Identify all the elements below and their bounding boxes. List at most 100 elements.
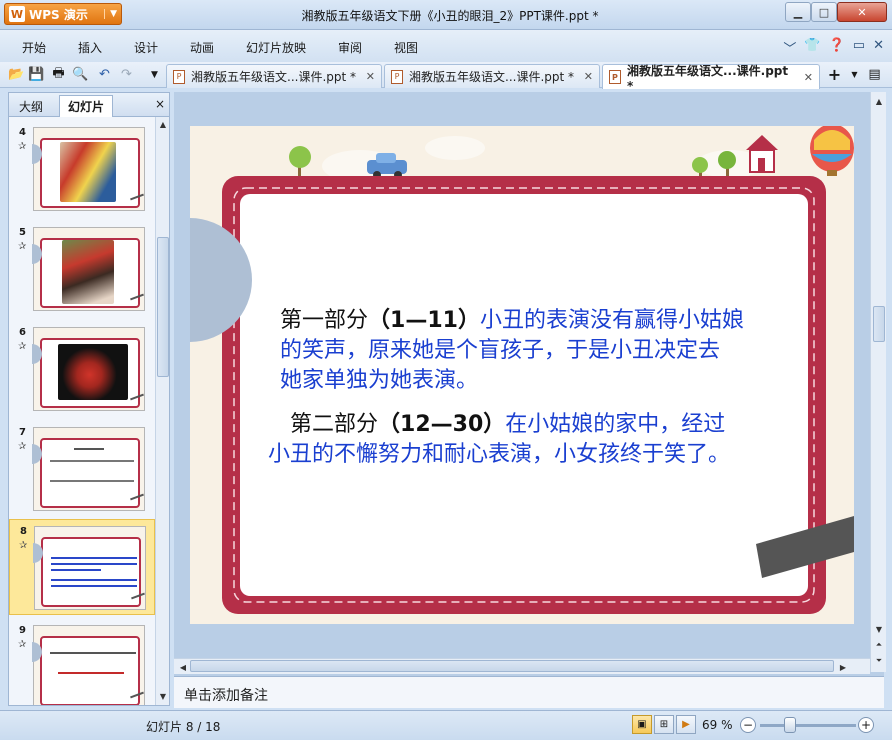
part1-text-c: 她家单独为她表演。: [280, 368, 479, 393]
menu-bar: 开始 插入 设计 动画 幻灯片放映 审阅 视图 ﹀ 👕 ❓ ▭ ✕: [0, 30, 892, 62]
animation-star-icon: ✰: [18, 241, 27, 252]
slide-thumbnail-9[interactable]: 9 ✰: [9, 619, 155, 705]
normal-view-icon: ▣: [637, 719, 647, 730]
thumb-number: 4: [19, 127, 26, 138]
thumb-preview: [32, 427, 145, 511]
close-window-button[interactable]: ✕: [837, 2, 887, 22]
menu-view[interactable]: 视图: [394, 39, 418, 56]
undo-icon[interactable]: ↶: [96, 66, 113, 83]
slide-count: 幻灯片 8 / 18: [146, 720, 221, 734]
menu-home[interactable]: 开始: [22, 39, 46, 56]
print-preview-icon[interactable]: 🔍: [72, 66, 89, 83]
scroll-right-icon[interactable]: ▶: [836, 660, 850, 674]
thumb-number: 5: [19, 227, 26, 238]
menu-slideshow[interactable]: 幻灯片放映: [246, 39, 306, 56]
scroll-left-icon[interactable]: ◀: [176, 660, 190, 674]
quick-toolbar: 📂 💾 🖶 🔍 ↶ ↷ ▼ P 湘教版五年级语文...课件.ppt * ✕ P …: [0, 62, 892, 93]
doc-tab-3[interactable]: P 湘教版五年级语文...课件.ppt * ✕: [602, 64, 820, 93]
redo-icon[interactable]: ↷: [118, 66, 135, 83]
help-icon[interactable]: ❓: [829, 38, 845, 57]
menu-animation[interactable]: 动画: [190, 39, 214, 56]
thumb-preview: [32, 625, 145, 705]
title-bar: W WPS 演示 ▼ 湘教版五年级语文下册《小丑的眼泪_2》PPT课件.ppt …: [0, 0, 892, 30]
tab-slides[interactable]: 幻灯片: [59, 95, 114, 117]
pane-tabs: 大纲 幻灯片 ×: [9, 93, 169, 117]
zoom-out-button[interactable]: −: [740, 717, 756, 733]
notes-pane[interactable]: 单击添加备注: [174, 676, 884, 708]
zoom-level[interactable]: 69 %: [702, 718, 733, 732]
pane-close-icon[interactable]: ×: [155, 97, 165, 111]
menu-right-controls: ﹀ 👕 ❓ ▭ ✕: [783, 38, 884, 57]
close-icon: ✕: [857, 5, 867, 19]
close-tab-icon[interactable]: ✕: [804, 71, 813, 84]
doc-tab-2[interactable]: P 湘教版五年级语文...课件.ppt * ✕: [384, 64, 600, 88]
editor-vertical-scrollbar[interactable]: ▲ ▼ ⏶ ⏷: [870, 92, 886, 672]
new-tab-icon[interactable]: +: [826, 65, 843, 84]
part1-text-b: 的笑声，原来她是个盲孩子，于是小丑决定去: [280, 338, 721, 363]
app-button-label: WPS 演示: [29, 7, 88, 22]
customize-toolbar-icon[interactable]: ▼: [146, 66, 163, 83]
scroll-up-icon[interactable]: ▲: [872, 94, 886, 108]
slide-thumbnail-5[interactable]: 5 ✰: [9, 221, 155, 317]
slide-thumbnail-7[interactable]: 7 ✰: [9, 421, 155, 517]
slide-paragraph-1[interactable]: 第一部分（1—11）小丑的表演没有赢得小姑娘 的笑声，原来她是个盲孩子，于是小丑…: [280, 306, 800, 396]
zoom-slider-handle[interactable]: [784, 717, 796, 733]
window-restore-icon[interactable]: ▭: [853, 38, 865, 57]
minimize-button[interactable]: ▁: [785, 2, 811, 22]
part2-range: （12—30）: [378, 412, 506, 437]
thumb-preview: [32, 227, 145, 311]
animation-star-icon: ✰: [18, 639, 27, 650]
maximize-button[interactable]: □: [811, 2, 837, 22]
slide-thumbnail-4[interactable]: 4 ✰: [9, 121, 155, 217]
ppt-file-icon: P: [173, 69, 185, 84]
tab-layout-icon[interactable]: ▤: [866, 66, 883, 83]
previous-slide-icon[interactable]: ⏶: [872, 638, 886, 652]
slideshow-view-button[interactable]: ▶: [676, 715, 696, 734]
slide-paragraph-2[interactable]: 第二部分（12—30）在小姑娘的家中，经过 小丑的不懈努力和耐心表演，小女孩终于…: [268, 410, 828, 470]
current-slide[interactable]: 第一部分（1—11）小丑的表演没有赢得小姑娘 的笑声，原来她是个盲孩子，于是小丑…: [190, 126, 854, 624]
notes-placeholder[interactable]: 单击添加备注: [184, 685, 268, 705]
skin-icon[interactable]: 👕: [804, 38, 820, 57]
normal-view-button[interactable]: ▣: [632, 715, 652, 734]
scroll-down-icon[interactable]: ▼: [872, 622, 886, 636]
next-slide-icon[interactable]: ⏷: [872, 654, 886, 668]
tab-outline[interactable]: 大纲: [11, 96, 51, 117]
slides-pane: 大纲 幻灯片 × 4 ✰ 5 ✰ 6 ✰ 7 ✰ 8 ✰ 9 ✰ ▲ ▼: [8, 92, 170, 706]
wps-app-menu-button[interactable]: W WPS 演示 ▼: [4, 3, 122, 25]
collapse-ribbon-icon[interactable]: ﹀: [783, 38, 796, 57]
sorter-view-icon: ⊞: [659, 719, 669, 730]
animation-star-icon: ✰: [19, 540, 28, 551]
ppt-file-icon: P: [391, 69, 403, 84]
scroll-up-icon[interactable]: ▲: [156, 117, 170, 131]
scrollbar-thumb[interactable]: [873, 306, 885, 342]
thumbnail-scrollbar[interactable]: ▲ ▼: [155, 117, 169, 705]
part2-text-b: 小丑的不懈努力和耐心表演，小女孩终于笑了。: [268, 442, 731, 467]
menu-review[interactable]: 审阅: [338, 39, 362, 56]
save-icon[interactable]: 💾: [28, 66, 45, 83]
ribbon-close-icon[interactable]: ✕: [873, 38, 884, 57]
editor-horizontal-scrollbar[interactable]: ◀ ▶: [174, 658, 870, 674]
sorter-view-button[interactable]: ⊞: [654, 715, 674, 734]
ppt-file-icon: P: [609, 70, 621, 84]
menu-insert[interactable]: 插入: [78, 39, 102, 56]
menu-design[interactable]: 设计: [134, 39, 158, 56]
part1-range: （1—11）: [368, 308, 480, 333]
open-folder-icon[interactable]: 📂: [8, 66, 25, 83]
maximize-icon: □: [818, 5, 830, 19]
thumb-preview: [32, 327, 145, 411]
scrollbar-thumb[interactable]: [190, 660, 834, 672]
minimize-icon: ▁: [793, 5, 803, 19]
print-icon[interactable]: 🖶: [50, 66, 67, 83]
window-title: 湘教版五年级语文下册《小丑的眼泪_2》PPT课件.ppt *: [301, 9, 599, 23]
scroll-down-icon[interactable]: ▼: [156, 689, 170, 703]
animation-star-icon: ✰: [18, 341, 27, 352]
close-tab-icon[interactable]: ✕: [584, 70, 593, 83]
zoom-in-button[interactable]: +: [858, 717, 874, 733]
scrollbar-thumb[interactable]: [157, 237, 169, 377]
slide-thumbnail-6[interactable]: 6 ✰: [9, 321, 155, 417]
tab-list-icon[interactable]: ▼: [846, 66, 863, 83]
close-tab-icon[interactable]: ✕: [366, 70, 375, 83]
slide-thumbnail-8[interactable]: 8 ✰: [9, 519, 155, 615]
zoom-slider-track[interactable]: [760, 724, 856, 727]
doc-tab-1[interactable]: P 湘教版五年级语文...课件.ppt * ✕: [166, 64, 382, 88]
